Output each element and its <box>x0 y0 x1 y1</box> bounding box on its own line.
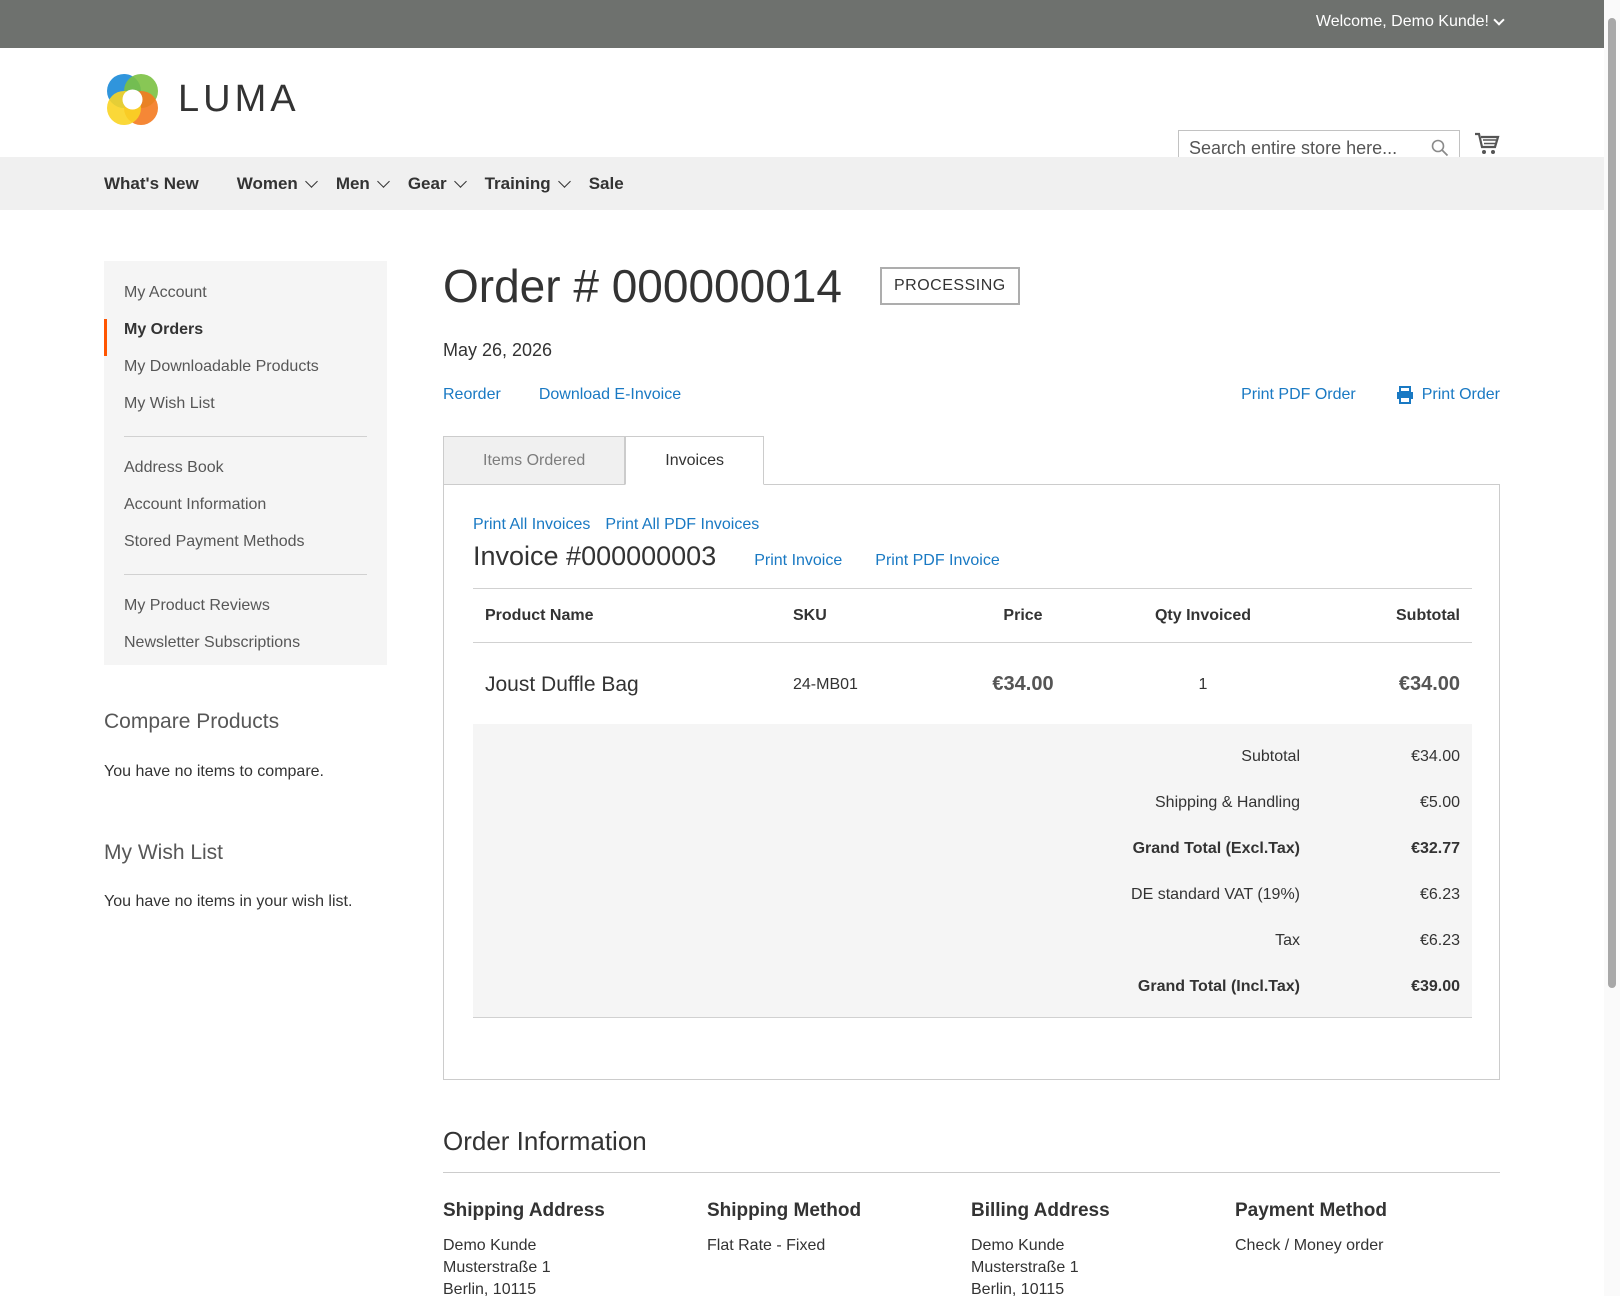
product-subtotal: €34.00 <box>1398 673 1460 695</box>
billing-address-line: Demo Kunde <box>971 1237 1065 1254</box>
sidebar-item-wish-list[interactable]: My Wish List <box>104 393 387 430</box>
invoice-header: Invoice #000000003 Print Invoice Print P… <box>473 541 1000 572</box>
nav-item-men[interactable]: Men <box>336 174 390 194</box>
sidebar-item-newsletter-subscriptions[interactable]: Newsletter Subscriptions <box>104 632 387 669</box>
sidebar-item-downloadable-products[interactable]: My Downloadable Products <box>104 356 387 393</box>
billing-address-line: Musterstraße 1 <box>971 1259 1079 1276</box>
sidebar-item-stored-payment-methods[interactable]: Stored Payment Methods <box>104 531 387 568</box>
payment-method-block: Payment Method Check / Money order <box>1235 1200 1495 1257</box>
customer-menu-toggle[interactable]: Welcome, Demo Kunde! <box>1315 13 1505 31</box>
sidebar-item-product-reviews[interactable]: My Product Reviews <box>104 595 387 632</box>
shipping-address-block: Shipping Address Demo Kunde Musterstraße… <box>443 1200 703 1296</box>
totals-grand-total-excl-tax-row: Grand Total (Excl.Tax) €32.77 <box>1132 840 1460 857</box>
invoices-panel: Print All Invoices Print All PDF Invoice… <box>443 484 1500 1080</box>
page-scrollbar[interactable] <box>1604 0 1620 1296</box>
search-input[interactable] <box>1189 137 1431 159</box>
reorder-link[interactable]: Reorder <box>443 386 501 404</box>
luma-logo-icon <box>107 74 158 125</box>
invoice-items-table: Product Name SKU Price Qty Invoiced Subt… <box>473 588 1472 726</box>
invoice-title: Invoice #000000003 <box>473 541 717 571</box>
main-navigation: What's New Women Men Gear Training Sale <box>0 157 1604 210</box>
nav-item-whats-new[interactable]: What's New <box>104 174 199 194</box>
shipping-address-line: Berlin, 10115 <box>443 1281 537 1296</box>
scrollbar-thumb[interactable] <box>1608 18 1616 988</box>
nav-item-sale[interactable]: Sale <box>589 174 624 194</box>
column-header-price: Price <box>1003 606 1043 624</box>
order-date: May 26, 2026 <box>443 340 553 360</box>
sidebar-item-my-account[interactable]: My Account <box>104 282 387 319</box>
print-order-link[interactable]: Print Order <box>1396 386 1500 404</box>
page-title: Order # 000000014 <box>443 260 842 312</box>
sidebar-divider <box>124 436 367 437</box>
top-bar: Welcome, Demo Kunde! <box>0 0 1620 48</box>
table-row: Joust Duffle Bag 24-MB01 €34.00 1 €34.00 <box>473 643 1472 726</box>
column-header-qty-invoiced: Qty Invoiced <box>1154 606 1252 624</box>
chevron-down-icon <box>376 175 390 188</box>
shipping-address-line: Demo Kunde <box>443 1237 537 1254</box>
nav-item-women[interactable]: Women <box>237 174 318 194</box>
search-icon[interactable] <box>1431 139 1449 157</box>
invoice-print-all-links: Print All Invoices Print All PDF Invoice… <box>473 516 759 534</box>
sidebar-item-my-orders: My Orders <box>104 319 387 356</box>
chevron-down-icon <box>304 175 318 188</box>
wishlist-empty: You have no items in your wish list. <box>104 893 353 910</box>
product-sku: 24-MB01 <box>793 675 858 693</box>
store-logo[interactable]: LUMA <box>104 71 300 127</box>
totals-grand-total-incl-tax-row: Grand Total (Incl.Tax) €39.00 <box>1137 978 1460 995</box>
totals-tax-row: Tax €6.23 <box>1275 932 1460 949</box>
logo-text: LUMA <box>178 77 300 120</box>
print-pdf-order-link[interactable]: Print PDF Order <box>1241 386 1356 404</box>
billing-address-block: Billing Address Demo Kunde Musterstraße … <box>971 1200 1231 1296</box>
compare-products-title: Compare Products <box>104 710 280 733</box>
billing-address-title: Billing Address <box>971 1200 1110 1221</box>
column-header-product-name: Product Name <box>485 606 594 624</box>
print-actions: Print PDF Order Print Order <box>1241 386 1500 404</box>
totals-vat-row: DE standard VAT (19%) €6.23 <box>1131 886 1460 903</box>
sidebar-item-account-information[interactable]: Account Information <box>104 494 387 531</box>
product-price: €34.00 <box>992 673 1054 695</box>
shipping-address-line: Musterstraße 1 <box>443 1259 551 1276</box>
chevron-down-icon <box>557 175 571 188</box>
status-badge: Processing <box>880 267 1020 305</box>
product-qty-invoiced: 1 <box>1198 675 1208 693</box>
totals-subtotal-row: Subtotal €34.00 <box>1241 748 1460 765</box>
totals-shipping-row: Shipping & Handling €5.00 <box>1155 794 1460 811</box>
sidebar-item-address-book[interactable]: Address Book <box>104 457 387 494</box>
product-name: Joust Duffle Bag <box>485 672 639 696</box>
sidebar-divider <box>124 574 367 575</box>
nav-item-gear[interactable]: Gear <box>408 174 467 194</box>
billing-address-line: Berlin, 10115 <box>971 1281 1065 1296</box>
column-header-sku: SKU <box>793 606 827 624</box>
shipping-method-value: Flat Rate - Fixed <box>707 1237 826 1254</box>
column-header-subtotal: Subtotal <box>1396 606 1460 624</box>
shipping-address-title: Shipping Address <box>443 1200 605 1221</box>
print-invoice-link[interactable]: Print Invoice <box>754 552 842 570</box>
print-all-pdf-invoices-link[interactable]: Print All PDF Invoices <box>605 516 759 534</box>
payment-method-value: Check / Money order <box>1235 1237 1384 1254</box>
tab-invoices[interactable]: Invoices <box>625 436 764 485</box>
account-sidebar: My Account My Orders My Downloadable Pro… <box>104 261 387 665</box>
print-all-invoices-link[interactable]: Print All Invoices <box>473 516 590 534</box>
chevron-down-icon <box>453 175 467 188</box>
order-information-divider <box>443 1172 1500 1173</box>
shipping-method-title: Shipping Method <box>707 1200 862 1221</box>
print-pdf-invoice-link[interactable]: Print PDF Invoice <box>875 552 999 570</box>
tab-items-ordered[interactable]: Items Ordered <box>443 436 626 485</box>
order-actions: Reorder Download E-Invoice <box>443 386 681 404</box>
download-e-invoice-link[interactable]: Download E-Invoice <box>539 386 681 404</box>
order-tabs: Items Ordered Invoices <box>443 436 764 485</box>
welcome-text: Welcome, Demo Kunde! <box>1315 13 1489 30</box>
table-header-row: Product Name SKU Price Qty Invoiced Subt… <box>473 588 1472 643</box>
order-information-title: Order Information <box>443 1126 647 1156</box>
nav-item-training[interactable]: Training <box>485 174 571 194</box>
payment-method-title: Payment Method <box>1235 1200 1388 1221</box>
invoice-totals: Subtotal €34.00 Shipping & Handling €5.0… <box>473 724 1472 1018</box>
wishlist-title: My Wish List <box>104 841 224 864</box>
compare-products-empty: You have no items to compare. <box>104 763 324 780</box>
site-header: LUMA <box>0 48 1620 166</box>
chevron-down-icon <box>1493 13 1505 26</box>
printer-icon <box>1396 386 1413 404</box>
shipping-method-block: Shipping Method Flat Rate - Fixed <box>707 1200 967 1257</box>
